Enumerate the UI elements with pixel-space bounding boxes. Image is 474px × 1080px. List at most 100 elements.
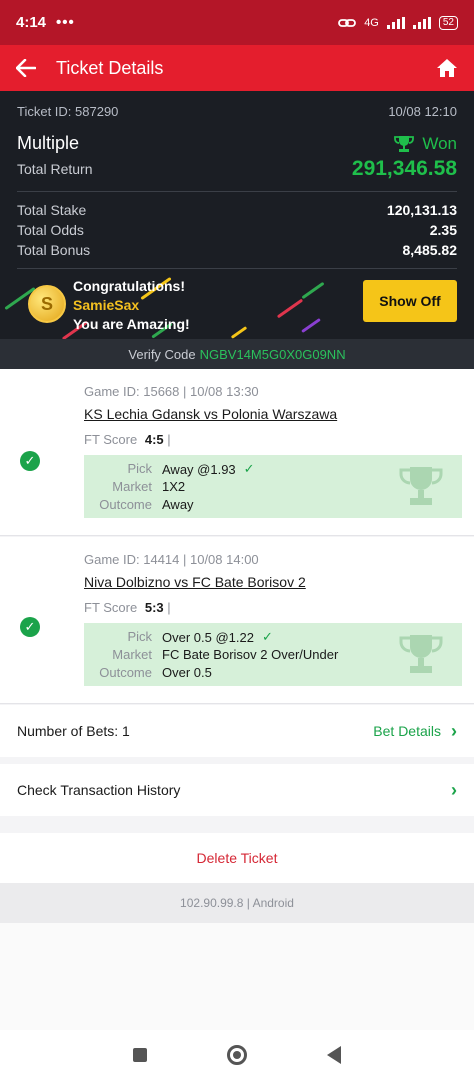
ft-score-label: FT Score bbox=[84, 600, 138, 615]
pick-box: Pick Away @1.93 ✓ Market 1X2 Outcome Away bbox=[84, 455, 462, 518]
outcome-label: Outcome bbox=[99, 497, 152, 512]
coin-icon: S bbox=[28, 285, 66, 323]
ft-score-value: 5:3 bbox=[144, 600, 164, 615]
total-stake-label: Total Stake bbox=[17, 202, 87, 218]
check-circle-icon: ✓ bbox=[20, 617, 40, 637]
pick-value-wrap: Over 0.5 @1.22 ✓ bbox=[162, 629, 273, 645]
match-link[interactable]: Niva Dolbizno vs FC Bate Borisov 2 bbox=[84, 574, 306, 590]
market-value: FC Bate Borisov 2 Over/Under bbox=[162, 647, 339, 662]
confetti-streak bbox=[301, 281, 325, 300]
confetti-streak bbox=[276, 298, 304, 319]
checkmark-icon: ✓ bbox=[243, 461, 255, 476]
page-title: Ticket Details bbox=[56, 57, 164, 78]
total-return-value: 291,346.58 bbox=[351, 157, 457, 180]
ticket-id: Ticket ID: 587290 bbox=[17, 104, 119, 119]
ft-score-separator: | bbox=[167, 432, 171, 447]
ticket-type-row: Multiple Won bbox=[0, 133, 474, 154]
check-circle-icon: ✓ bbox=[20, 451, 40, 471]
ticket-type: Multiple bbox=[17, 133, 80, 153]
confetti-streak bbox=[230, 326, 248, 339]
total-bonus-label: Total Bonus bbox=[17, 242, 91, 258]
market-label: Market bbox=[112, 479, 152, 494]
total-bonus-value: 8,485.82 bbox=[402, 242, 458, 258]
pick-label: Pick bbox=[127, 629, 152, 644]
pick-label: Pick bbox=[127, 461, 152, 476]
ticket-id-row: Ticket ID: 587290 10/08 12:10 bbox=[0, 104, 474, 119]
status-time: 4:14 bbox=[16, 14, 47, 31]
ft-score-label: FT Score bbox=[84, 432, 138, 447]
chevron-right-icon[interactable]: › bbox=[451, 721, 457, 742]
home-circle-icon[interactable] bbox=[227, 1045, 247, 1065]
verify-code-bar: Verify Code NGBV14M5G0X0G09NN bbox=[0, 339, 474, 369]
notification-dots-icon: ••• bbox=[56, 14, 75, 31]
verify-code-value[interactable]: NGBV14M5G0X0G09NN bbox=[200, 347, 346, 362]
ticket-summary: Ticket ID: 587290 10/08 12:10 Multiple W… bbox=[0, 91, 474, 369]
checkmark-icon: ✓ bbox=[261, 629, 273, 644]
pick-value-wrap: Away @1.93 ✓ bbox=[162, 461, 255, 477]
status-bar: 4:14 ••• 4G 52 bbox=[0, 0, 474, 45]
confetti-streak bbox=[301, 317, 321, 334]
pick-box: Pick Over 0.5 @1.22 ✓ Market FC Bate Bori… bbox=[84, 623, 462, 686]
congrats-banner: S Congratulations! SamieSax You are Amaz… bbox=[0, 269, 474, 339]
outcome-label: Outcome bbox=[99, 665, 152, 680]
bet-details-label[interactable]: Bet Details bbox=[373, 723, 441, 739]
market-label: Market bbox=[112, 647, 152, 662]
status-badge: Won bbox=[394, 134, 457, 154]
ft-score-separator: | bbox=[167, 600, 171, 615]
transaction-history-label[interactable]: Check Transaction History bbox=[17, 782, 180, 798]
transaction-history-row[interactable]: Check Transaction History › bbox=[0, 764, 474, 816]
battery-icon: 52 bbox=[438, 15, 458, 30]
ft-score: FT Score 5:3 | bbox=[84, 600, 171, 615]
trophy-watermark-icon bbox=[399, 467, 443, 505]
number-of-bets-label: Number of Bets: 1 bbox=[17, 723, 130, 739]
game-card: ✓ Game ID: 14414 | 10/08 14:00 Niva Dolb… bbox=[0, 537, 474, 704]
chevron-right-icon[interactable]: › bbox=[451, 780, 457, 801]
app-version: 102.90.99.8 | Android bbox=[0, 883, 474, 923]
game-card: ✓ Game ID: 15668 | 10/08 13:30 KS Lechia… bbox=[0, 369, 474, 536]
total-bonus-row: Total Bonus 8,485.82 bbox=[0, 242, 474, 258]
game-info: Game ID: 14414 | 10/08 14:00 bbox=[84, 552, 259, 567]
home-icon[interactable] bbox=[436, 58, 458, 78]
link-icon bbox=[338, 18, 357, 27]
verify-code-label: Verify Code bbox=[128, 346, 196, 362]
ft-score-value: 4:5 bbox=[144, 432, 164, 447]
total-return-row: Total Return 291,346.58 bbox=[0, 157, 474, 181]
congrats-text: Congratulations! SamieSax You are Amazin… bbox=[73, 277, 190, 334]
outcome-value: Over 0.5 bbox=[162, 665, 212, 680]
signal-icon-2 bbox=[412, 16, 431, 29]
total-odds-row: Total Odds 2.35 bbox=[0, 222, 474, 238]
match-link[interactable]: KS Lechia Gdansk vs Polonia Warszawa bbox=[84, 406, 337, 422]
divider bbox=[17, 191, 457, 192]
signal-icon bbox=[386, 16, 405, 29]
ticket-datetime: 10/08 12:10 bbox=[388, 104, 457, 119]
game-info: Game ID: 15668 | 10/08 13:30 bbox=[84, 384, 259, 399]
status-icons: 4G 52 bbox=[338, 15, 458, 30]
total-odds-label: Total Odds bbox=[17, 222, 84, 238]
total-stake-row: Total Stake 120,131.13 bbox=[0, 202, 474, 218]
back-arrow-icon[interactable] bbox=[16, 59, 36, 77]
trophy-watermark-icon bbox=[399, 635, 443, 673]
total-return-label: Total Return bbox=[17, 161, 93, 177]
market-value: 1X2 bbox=[162, 479, 186, 494]
trophy-icon bbox=[394, 135, 415, 152]
show-off-button[interactable]: Show Off bbox=[363, 280, 457, 322]
pick-value: Over 0.5 @1.22 bbox=[162, 629, 254, 645]
history-link[interactable]: › bbox=[451, 780, 457, 801]
recent-apps-icon[interactable] bbox=[133, 1048, 147, 1062]
app-bar: Ticket Details bbox=[0, 45, 474, 91]
congrats-line: Congratulations! bbox=[73, 278, 185, 294]
congrats-username: SamieSax bbox=[73, 297, 140, 313]
total-stake-value: 120,131.13 bbox=[386, 202, 457, 218]
congrats-line: You are Amazing! bbox=[73, 316, 190, 332]
bet-details-link[interactable]: Bet Details › bbox=[373, 721, 457, 742]
pick-value: Away @1.93 bbox=[162, 461, 236, 477]
empty-area bbox=[0, 923, 474, 1030]
status-text: Won bbox=[422, 133, 457, 153]
network-type: 4G bbox=[364, 16, 379, 29]
system-nav-bar bbox=[0, 1030, 474, 1080]
delete-ticket-button[interactable]: Delete Ticket bbox=[0, 833, 474, 883]
outcome-value: Away bbox=[162, 497, 194, 512]
back-triangle-icon[interactable] bbox=[327, 1046, 341, 1064]
ft-score: FT Score 4:5 | bbox=[84, 432, 171, 447]
number-of-bets-row: Number of Bets: 1 Bet Details › bbox=[0, 705, 474, 757]
